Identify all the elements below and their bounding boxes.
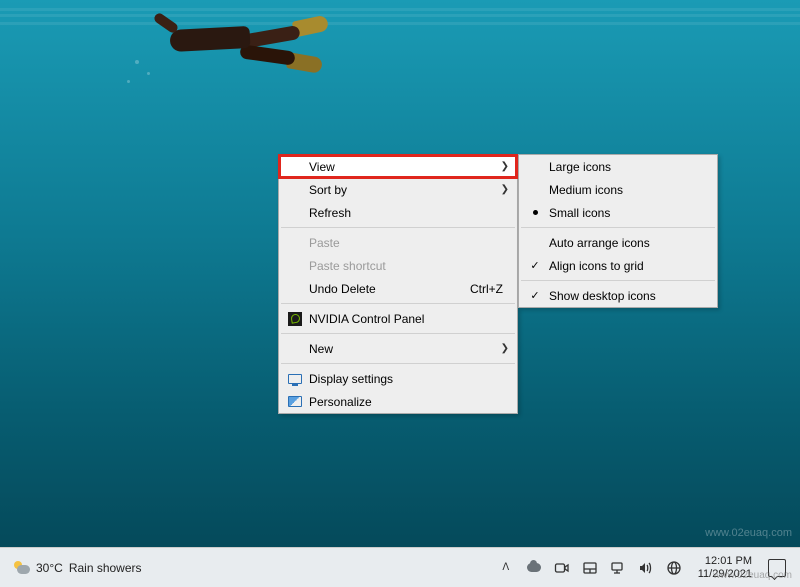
label: Refresh: [305, 206, 509, 220]
nvidia-icon: [288, 312, 302, 326]
meet-now-icon[interactable]: [554, 560, 570, 576]
weather-icon: [12, 559, 30, 577]
touchpad-icon[interactable]: [582, 560, 598, 576]
menu-item-undo-delete[interactable]: Undo DeleteCtrl+Z: [279, 277, 517, 300]
taskbar: 30°C Rain showers ᐱ 12:01 PM 11/29/2021 …: [0, 547, 800, 587]
menu-item-paste: Paste: [279, 231, 517, 254]
action-center-icon[interactable]: [768, 559, 786, 577]
check-icon: ✓: [525, 259, 545, 272]
submenu-item-large-icons[interactable]: Large icons: [519, 155, 717, 178]
volume-icon[interactable]: [638, 560, 654, 576]
weather-widget[interactable]: 30°C Rain showers: [0, 559, 142, 577]
monitor-icon: [288, 374, 302, 384]
label: Medium icons: [545, 183, 709, 197]
menu-item-new[interactable]: New❯: [279, 337, 517, 360]
clock[interactable]: 12:01 PM 11/29/2021: [694, 555, 756, 581]
view-submenu: Large icons Medium icons Small icons Aut…: [518, 154, 718, 308]
label: Paste shortcut: [305, 259, 509, 273]
submenu-item-show-desktop-icons[interactable]: ✓Show desktop icons: [519, 284, 717, 307]
radio-dot-icon: [533, 210, 538, 215]
label: Undo Delete: [305, 282, 470, 296]
weather-temp: 30°C: [36, 561, 63, 575]
separator: [521, 227, 715, 228]
time: 12:01 PM: [698, 555, 752, 568]
label: Auto arrange icons: [545, 236, 709, 250]
submenu-item-auto-arrange[interactable]: Auto arrange icons: [519, 231, 717, 254]
date: 11/29/2021: [698, 568, 752, 581]
label: Large icons: [545, 160, 709, 174]
label: Small icons: [545, 206, 709, 220]
system-tray: ᐱ 12:01 PM 11/29/2021: [498, 555, 800, 581]
label: Personalize: [305, 395, 509, 409]
watermark: www.02euaq.com: [705, 527, 792, 539]
separator: [281, 227, 515, 228]
network-icon[interactable]: [610, 560, 626, 576]
menu-item-display-settings[interactable]: Display settings: [279, 367, 517, 390]
personalize-icon: [288, 396, 302, 407]
menu-item-sort-by[interactable]: Sort by❯: [279, 178, 517, 201]
wallpaper-swimmer: [115, 0, 315, 110]
check-icon: ✓: [525, 289, 545, 302]
menu-item-personalize[interactable]: Personalize: [279, 390, 517, 413]
menu-item-nvidia[interactable]: NVIDIA Control Panel: [279, 307, 517, 330]
submenu-arrow-icon: ❯: [499, 343, 509, 354]
label: New: [305, 342, 499, 356]
language-icon[interactable]: [666, 560, 682, 576]
label: Paste: [305, 236, 509, 250]
submenu-item-align-grid[interactable]: ✓Align icons to grid: [519, 254, 717, 277]
submenu-item-small-icons[interactable]: Small icons: [519, 201, 717, 224]
label: NVIDIA Control Panel: [305, 312, 509, 326]
submenu-arrow-icon: ❯: [499, 184, 509, 195]
onedrive-icon[interactable]: [526, 560, 542, 576]
label: View: [305, 160, 499, 174]
label: Sort by: [305, 183, 499, 197]
tray-overflow-icon[interactable]: ᐱ: [498, 560, 514, 576]
separator: [281, 303, 515, 304]
submenu-item-medium-icons[interactable]: Medium icons: [519, 178, 717, 201]
menu-item-refresh[interactable]: Refresh: [279, 201, 517, 224]
separator: [281, 363, 515, 364]
menu-item-paste-shortcut: Paste shortcut: [279, 254, 517, 277]
label: Show desktop icons: [545, 289, 709, 303]
hotkey: Ctrl+Z: [470, 282, 503, 296]
label: Display settings: [305, 372, 509, 386]
label: Align icons to grid: [545, 259, 709, 273]
submenu-arrow-icon: ❯: [499, 161, 509, 172]
weather-text: Rain showers: [69, 561, 142, 575]
desktop-context-menu: View❯ Sort by❯ Refresh Paste Paste short…: [278, 154, 518, 414]
separator: [281, 333, 515, 334]
menu-item-view[interactable]: View❯: [279, 155, 517, 178]
separator: [521, 280, 715, 281]
